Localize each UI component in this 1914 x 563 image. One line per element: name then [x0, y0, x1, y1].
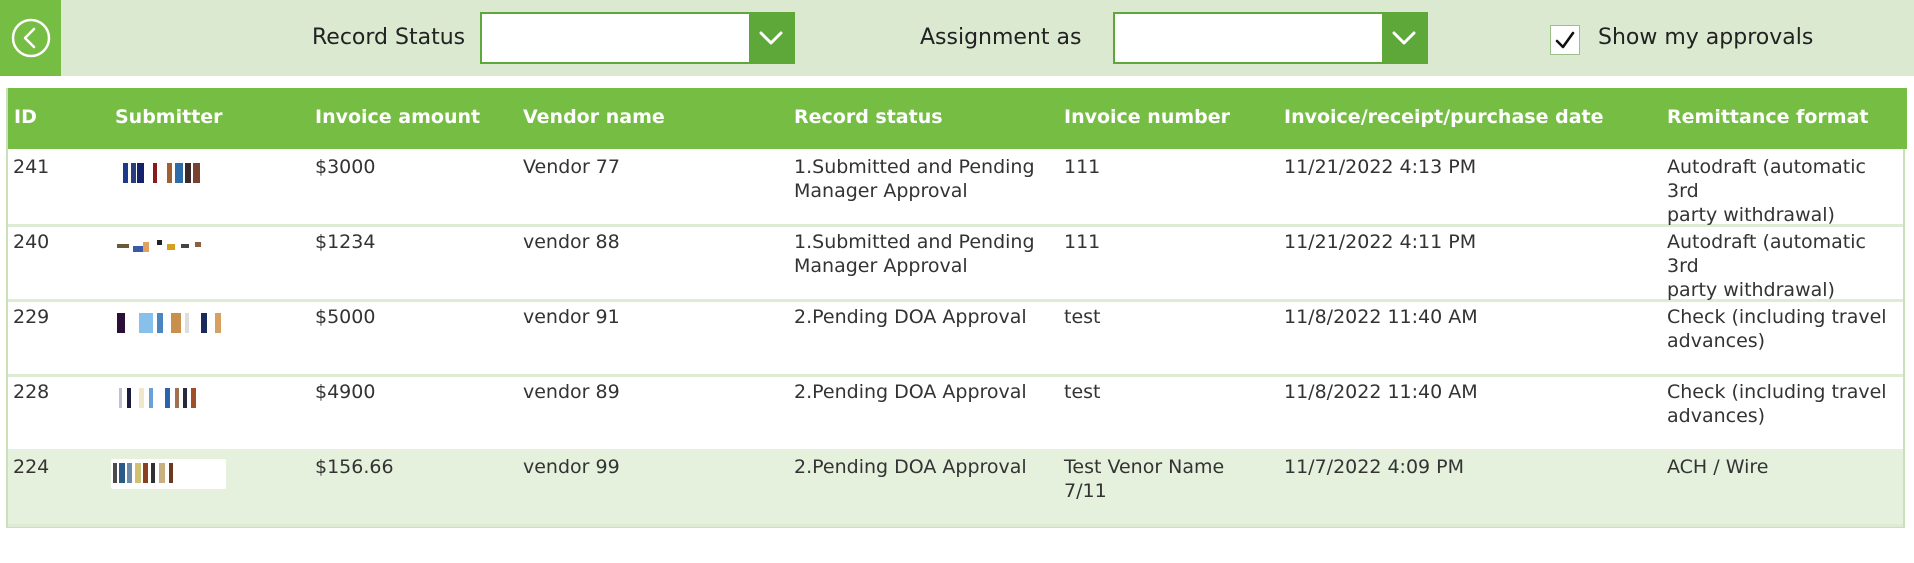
cell-invoice-amount: $5000 — [315, 306, 376, 328]
cell-invoice-date: 11/8/2022 11:40 AM — [1284, 381, 1478, 403]
table-row[interactable]: 240 $1234 vendor 88 1.Submitted and Pend… — [8, 224, 1903, 302]
header-id[interactable]: ID — [14, 106, 37, 128]
cell-invoice-number: test — [1064, 306, 1101, 328]
cell-vendor-name: vendor 91 — [523, 306, 620, 328]
submitter-redacted — [115, 309, 230, 339]
cell-remittance-format: Autodraft (automatic 3rd party withdrawal… — [1667, 231, 1866, 301]
submitter-redacted — [115, 234, 230, 264]
cell-invoice-number: test — [1064, 381, 1101, 403]
checkmark-icon — [1555, 31, 1575, 49]
table-row[interactable]: 241 $3000 Vendor 77 1.Submitted and Pend… — [8, 149, 1903, 227]
table-row[interactable]: 228 $4900 vendor 89 2.Pending DOA Approv… — [8, 374, 1903, 452]
table-header: ID Submitter Invoice amount Vendor name … — [8, 88, 1907, 149]
cell-invoice-date: 11/8/2022 11:40 AM — [1284, 306, 1478, 328]
show-approvals-checkbox[interactable] — [1550, 25, 1580, 55]
cell-invoice-date: 11/7/2022 4:09 PM — [1284, 456, 1465, 478]
cell-id: 229 — [13, 306, 50, 328]
records-table: ID Submitter Invoice amount Vendor name … — [6, 88, 1907, 528]
record-status-dropdown[interactable] — [480, 12, 795, 64]
cell-invoice-number: Test Venor Name 7/11 — [1064, 456, 1225, 502]
chevron-down-icon[interactable] — [749, 14, 793, 62]
cell-record-status: 2.Pending DOA Approval — [794, 306, 1027, 328]
show-approvals-label: Show my approvals — [1598, 25, 1814, 50]
header-invoice-amount[interactable]: Invoice amount — [315, 106, 480, 128]
cell-remittance-format: ACH / Wire — [1667, 456, 1769, 478]
cell-id: 240 — [13, 231, 50, 253]
submitter-redacted — [115, 159, 230, 189]
header-submitter[interactable]: Submitter — [115, 106, 223, 128]
cell-invoice-date: 11/21/2022 4:11 PM — [1284, 231, 1477, 253]
cell-vendor-name: Vendor 77 — [523, 156, 620, 178]
assignment-dropdown[interactable] — [1113, 12, 1428, 64]
back-arrow-circle-icon — [11, 18, 50, 58]
cell-invoice-amount: $156.66 — [315, 456, 394, 478]
header-invoice-number[interactable]: Invoice number — [1064, 106, 1230, 128]
back-button[interactable] — [0, 0, 61, 76]
cell-invoice-date: 11/21/2022 4:13 PM — [1284, 156, 1477, 178]
cell-record-status: 1.Submitted and Pending Manager Approval — [794, 231, 1035, 277]
submitter-redacted — [111, 459, 226, 489]
assignment-label: Assignment as — [920, 25, 1082, 50]
cell-id: 241 — [13, 156, 50, 178]
record-status-label: Record Status — [312, 25, 466, 50]
cell-invoice-number: 111 — [1064, 156, 1101, 178]
cell-remittance-format: Autodraft (automatic 3rd party withdrawal… — [1667, 156, 1866, 226]
cell-remittance-format: Check (including travel advances) — [1667, 306, 1887, 352]
table-row[interactable]: 229 $5000 vendor 91 2.Pending DOA Approv… — [8, 299, 1903, 377]
cell-invoice-number: 111 — [1064, 231, 1101, 253]
cell-invoice-amount: $1234 — [315, 231, 376, 253]
cell-id: 224 — [13, 456, 50, 478]
header-vendor-name[interactable]: Vendor name — [523, 106, 665, 128]
cell-remittance-format: Check (including travel advances) — [1667, 381, 1887, 427]
submitter-redacted — [115, 384, 230, 414]
header-invoice-date[interactable]: Invoice/receipt/purchase date — [1284, 106, 1603, 128]
cell-vendor-name: vendor 88 — [523, 231, 620, 253]
cell-record-status: 1.Submitted and Pending Manager Approval — [794, 156, 1035, 202]
filter-bar: Record Status Assignment as Show my appr… — [0, 0, 1914, 76]
cell-record-status: 2.Pending DOA Approval — [794, 456, 1027, 478]
cell-record-status: 2.Pending DOA Approval — [794, 381, 1027, 403]
cell-invoice-amount: $4900 — [315, 381, 376, 403]
cell-vendor-name: vendor 89 — [523, 381, 620, 403]
cell-id: 228 — [13, 381, 50, 403]
chevron-down-icon[interactable] — [1382, 14, 1426, 62]
header-remittance-format[interactable]: Remittance format — [1667, 106, 1869, 128]
table-row-selected[interactable]: 224 $156.66 vendor 99 2.Pending DOA Appr… — [8, 449, 1903, 527]
cell-invoice-amount: $3000 — [315, 156, 376, 178]
cell-vendor-name: vendor 99 — [523, 456, 620, 478]
header-record-status[interactable]: Record status — [794, 106, 943, 128]
